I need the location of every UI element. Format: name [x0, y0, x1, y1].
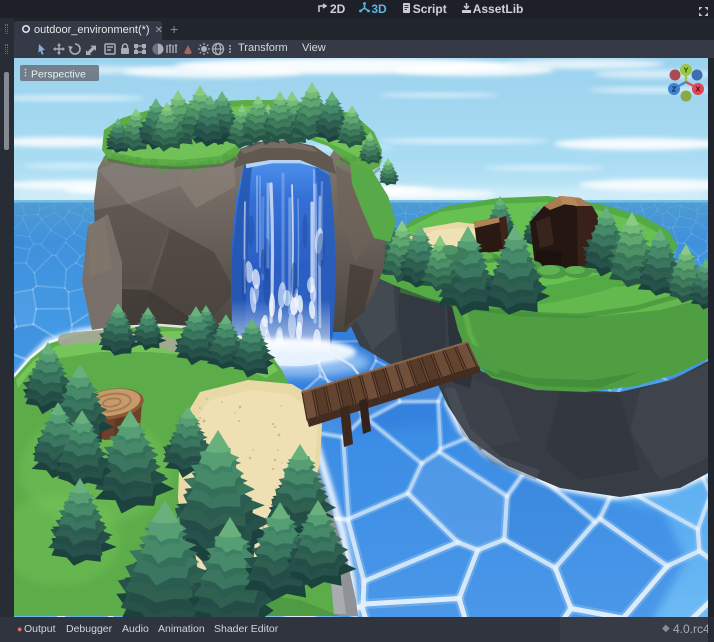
svg-text:Z: Z	[672, 85, 677, 94]
svg-text:Perspective: Perspective	[31, 69, 86, 81]
svg-text:Y: Y	[683, 66, 688, 75]
svg-text:X: X	[695, 85, 700, 94]
